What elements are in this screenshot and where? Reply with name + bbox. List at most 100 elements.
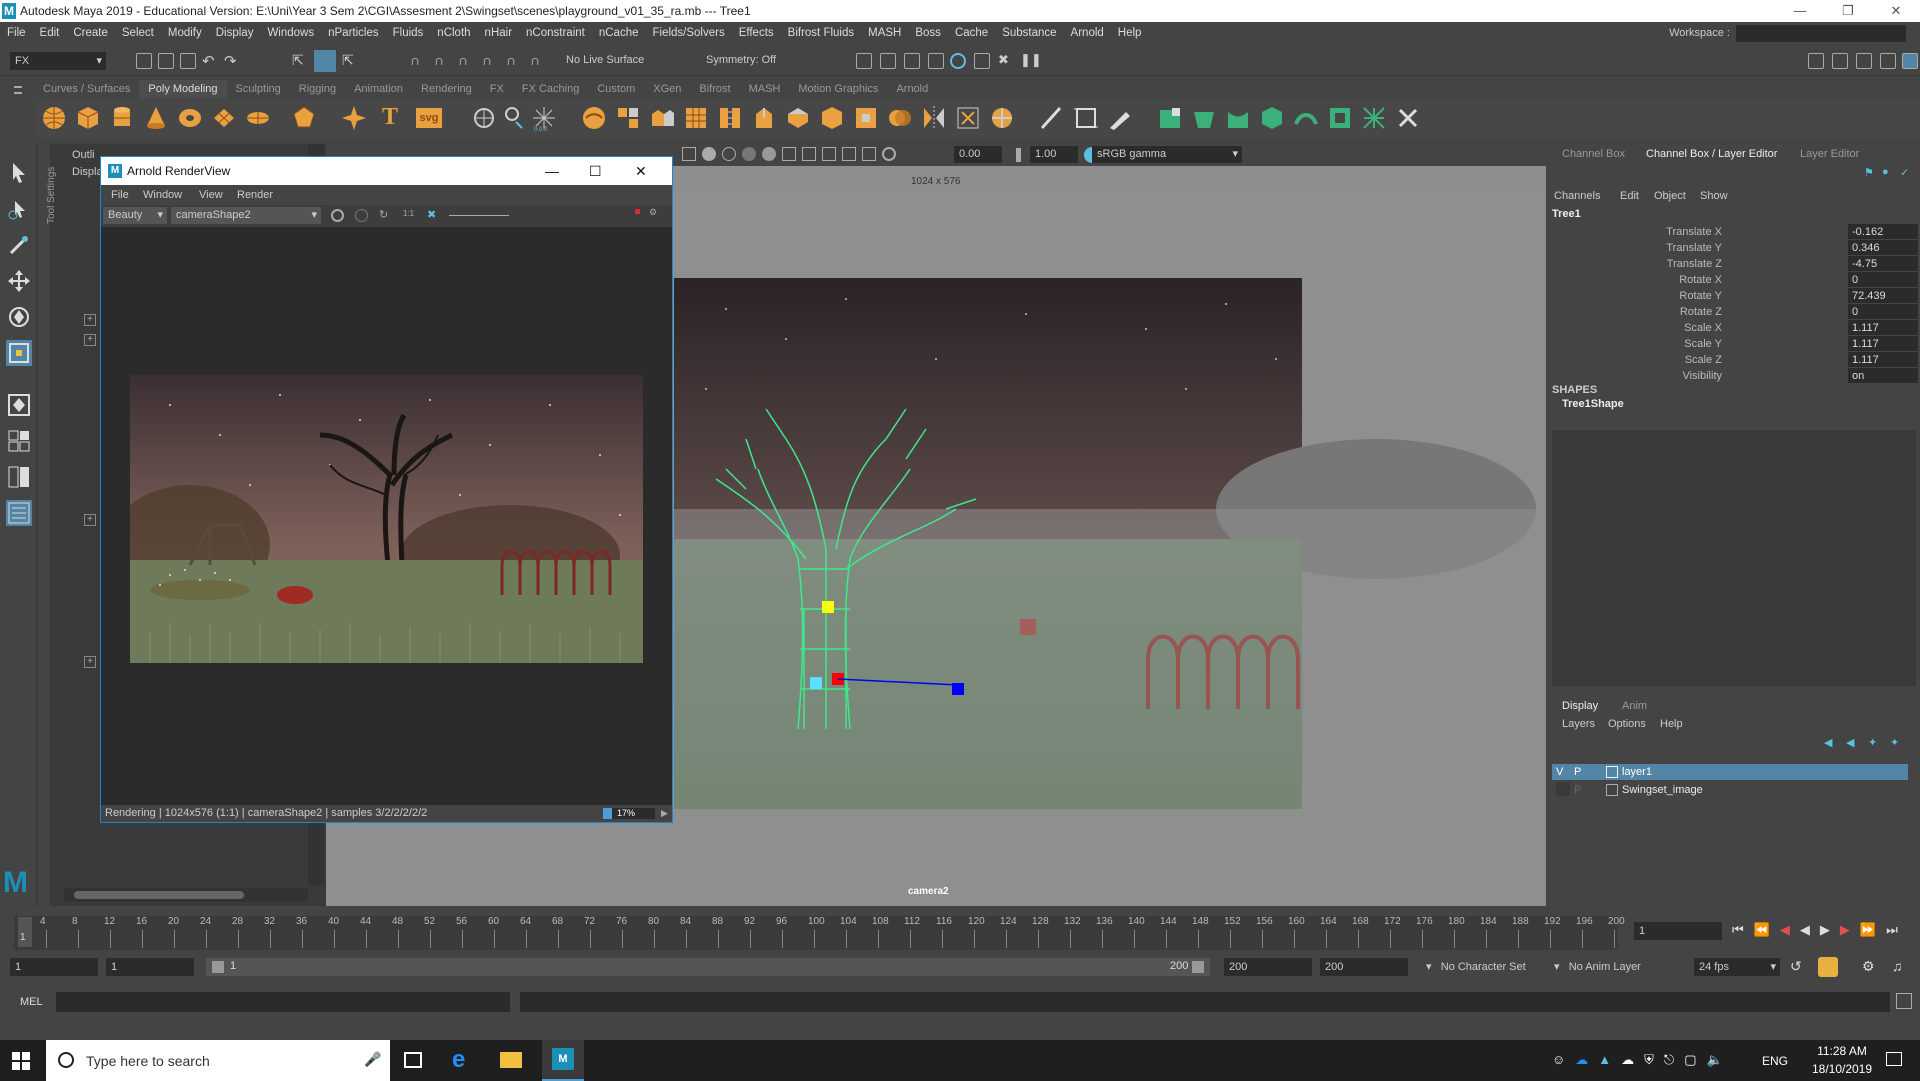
- close-button[interactable]: ✕: [1876, 0, 1916, 22]
- layer-playback-toggle[interactable]: P: [1574, 782, 1581, 798]
- expand-icon[interactable]: +: [84, 314, 96, 326]
- reduce-icon[interactable]: [954, 104, 982, 132]
- shelf-tab-mash[interactable]: MASH: [740, 80, 790, 98]
- cb-menu-channels[interactable]: Channels: [1554, 190, 1600, 202]
- super-shape-icon[interactable]: [340, 104, 368, 132]
- range-start-handle[interactable]: [212, 961, 224, 973]
- character-set-dropdown[interactable]: ▾ No Character Set: [1426, 960, 1526, 973]
- menu-effects[interactable]: Effects: [732, 22, 781, 44]
- open-scene-icon[interactable]: [158, 53, 174, 69]
- attr-value[interactable]: 1.117: [1848, 336, 1918, 351]
- layer-row-swingset-image[interactable]: P Swingset_image: [1552, 782, 1908, 798]
- loop-icon[interactable]: ↺: [1790, 958, 1802, 975]
- snap-surface-icon[interactable]: ∩: [506, 52, 516, 68]
- menu-fluids[interactable]: Fluids: [386, 22, 431, 44]
- platonic-solid-icon[interactable]: [290, 104, 318, 132]
- menu-windows[interactable]: Windows: [260, 22, 321, 44]
- pin-icon[interactable]: ✓: [1900, 166, 1909, 179]
- menu-ncache[interactable]: nCache: [592, 22, 646, 44]
- select-hierarchy-icon[interactable]: ⇱: [292, 52, 304, 69]
- shelf-tab-xgen[interactable]: XGen: [644, 80, 690, 98]
- outliner-tab[interactable]: Outli: [72, 149, 95, 161]
- hypershade-icon[interactable]: [928, 53, 944, 69]
- poly-sphere-icon[interactable]: [40, 104, 68, 132]
- gamma-field[interactable]: 1.00: [1030, 146, 1078, 163]
- play-backwards-icon[interactable]: ◀: [1800, 922, 1810, 938]
- arnold-close-button[interactable]: ✕: [635, 157, 647, 185]
- onedrive-icon[interactable]: ☁: [1575, 1052, 1588, 1068]
- type-tool-icon[interactable]: T: [382, 104, 398, 131]
- menu-nparticles[interactable]: nParticles: [321, 22, 386, 44]
- attr-value[interactable]: -0.162: [1848, 224, 1918, 239]
- outliner-display-menu[interactable]: Displa: [72, 166, 103, 178]
- poly-cube-icon[interactable]: [74, 104, 102, 132]
- network-icon[interactable]: ▢: [1684, 1052, 1696, 1068]
- select-tool-icon[interactable]: [6, 160, 32, 186]
- attr-rotate-x[interactable]: Rotate X 0: [1548, 272, 1920, 288]
- color-space-dropdown[interactable]: sRGB gamma ▾: [1092, 146, 1242, 163]
- menu-bifrost-fluids[interactable]: Bifrost Fluids: [781, 22, 861, 44]
- live-surface-label[interactable]: No Live Surface: [566, 54, 644, 66]
- snap-grid-icon[interactable]: ∩: [410, 52, 420, 68]
- step-forward-key-icon[interactable]: ⏩: [1860, 922, 1876, 938]
- edge-browser-icon[interactable]: e: [452, 1046, 465, 1074]
- select-component-icon[interactable]: ⇱: [342, 52, 354, 69]
- cb-menu-edit[interactable]: Edit: [1620, 190, 1639, 202]
- create-light-icon[interactable]: [500, 104, 528, 132]
- arnold-title-bar[interactable]: M Arnold RenderView — ☐ ✕: [101, 157, 672, 185]
- outliner-horizontal-scrollbar[interactable]: [64, 888, 308, 902]
- outliner-layout-icon[interactable]: [6, 500, 32, 526]
- four-view-layout-icon[interactable]: [6, 428, 32, 454]
- aov-dropdown[interactable]: Beauty ▾: [103, 207, 167, 224]
- menu-mash[interactable]: MASH: [861, 22, 908, 44]
- arnold-menu-window[interactable]: Window: [143, 185, 182, 205]
- workspace-dropdown[interactable]: [1736, 25, 1906, 42]
- select-object-icon[interactable]: [314, 50, 336, 72]
- menu-cache[interactable]: Cache: [948, 22, 995, 44]
- extract-icon[interactable]: [648, 104, 676, 132]
- attr-translate-x[interactable]: Translate X -0.162: [1548, 224, 1920, 240]
- snap-curve-icon[interactable]: ∩: [434, 52, 444, 68]
- gamma-icon[interactable]: [1016, 148, 1026, 162]
- attr-scale-y[interactable]: Scale Y 1.117: [1548, 336, 1920, 352]
- shelf-tab-motion-graphics[interactable]: Motion Graphics: [789, 80, 887, 98]
- layer-visibility-toggle[interactable]: [1556, 782, 1570, 796]
- clock-time[interactable]: 11:28 AM: [1812, 1044, 1872, 1058]
- go-to-start-icon[interactable]: ⏮: [1732, 922, 1744, 938]
- move-layer-down-icon[interactable]: ◀: [1846, 736, 1854, 749]
- filter-icon[interactable]: ⚑: [1864, 166, 1874, 179]
- layer-row-layer1[interactable]: V P layer1: [1552, 764, 1908, 780]
- expand-icon[interactable]: +: [84, 514, 96, 526]
- maya-taskbar-button[interactable]: M: [542, 1040, 584, 1081]
- playback-end-field[interactable]: 200: [1224, 958, 1312, 976]
- attr-translate-y[interactable]: Translate Y 0.346: [1548, 240, 1920, 256]
- paint-tool-icon[interactable]: [1106, 104, 1134, 132]
- move-tool-icon[interactable]: [6, 268, 32, 294]
- anim-layer-dropdown[interactable]: ▾ No Anim Layer: [1554, 960, 1641, 973]
- attr-value[interactable]: 0: [1848, 304, 1918, 319]
- menuset-dropdown[interactable]: FX ▾: [10, 52, 106, 70]
- arnold-mesh-light-icon[interactable]: [1224, 104, 1252, 132]
- menu-arnold[interactable]: Arnold: [1064, 22, 1111, 44]
- sculpt-brush-icon[interactable]: [1038, 104, 1066, 132]
- svg-tool-icon[interactable]: svg: [416, 108, 442, 128]
- attr-value[interactable]: 1.117: [1848, 352, 1918, 367]
- menu-select[interactable]: Select: [115, 22, 161, 44]
- menu-nconstraint[interactable]: nConstraint: [519, 22, 592, 44]
- tool-settings-toggle-icon[interactable]: [1880, 53, 1896, 69]
- pause-icon[interactable]: ❚❚: [1020, 52, 1042, 68]
- scale-tool-icon[interactable]: [6, 340, 32, 366]
- channel-display-icon[interactable]: [331, 209, 344, 222]
- arnold-flush-icon[interactable]: [1394, 104, 1422, 132]
- current-frame-field[interactable]: 1: [1634, 922, 1722, 940]
- paint-select-tool-icon[interactable]: [6, 232, 32, 258]
- save-scene-icon[interactable]: [180, 53, 196, 69]
- menu-ncloth[interactable]: nCloth: [430, 22, 477, 44]
- shelf-tab-bifrost[interactable]: Bifrost: [690, 80, 739, 98]
- layer-menu-options[interactable]: Options: [1608, 718, 1646, 730]
- go-to-end-icon[interactable]: ⏭: [1886, 922, 1898, 938]
- ratio-toggle[interactable]: 1:1: [403, 209, 414, 218]
- layer-color-swatch[interactable]: [1606, 766, 1618, 778]
- menu-nhair[interactable]: nHair: [478, 22, 519, 44]
- selected-object-name[interactable]: Tree1: [1552, 208, 1581, 220]
